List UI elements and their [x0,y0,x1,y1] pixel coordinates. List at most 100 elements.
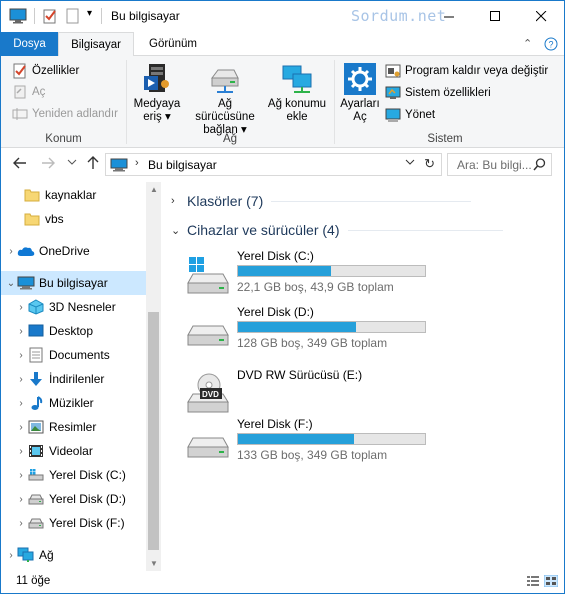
drive-item-d[interactable]: Yerel Disk (D:) 128 GB boş, 349 GB topla… [183,305,433,361]
expand-chevron-icon[interactable]: › [15,470,27,481]
tiles-view-icon[interactable] [544,575,558,587]
rename-icon [12,108,28,120]
sidebar-item-label: Resimler [49,420,97,434]
tab-computer[interactable]: Bilgisayar [58,32,134,57]
uninstall-program-button[interactable]: Program kaldır veya değiştir [385,63,548,79]
group-divider [271,200,472,202]
expand-chevron-icon[interactable]: › [171,195,185,207]
sidebar-item-vbs[interactable]: vbs [1,207,146,231]
sidebar-scrollbar[interactable]: ▲ ▼ [146,182,161,571]
refresh-icon[interactable]: ↻ [424,156,435,172]
properties-button[interactable]: Özellikler [12,63,79,79]
ribbon-tabs: Dosya Bilgisayar Görünüm ⌃ ? [1,32,564,57]
sidebar-item-kaynaklar[interactable]: kaynaklar [1,183,146,207]
address-bar[interactable]: › Bu bilgisayar ↻ [105,153,442,176]
search-box[interactable]: Ara: Bu bilgi... [447,153,552,176]
collapse-chevron-icon[interactable]: ⌄ [5,278,17,289]
manage-button[interactable]: Yönet [385,107,435,123]
collapse-ribbon-icon[interactable]: ⌃ [523,37,532,50]
explorer-window: ▾ Bu bilgisayar Sordum.net Dosya Bilgisa… [0,0,565,594]
tab-view[interactable]: Görünüm [139,32,207,56]
recent-locations-button[interactable] [67,157,77,169]
rename-button[interactable]: Yeniden adlandır [12,106,118,122]
sidebar-item-disk-f[interactable]: › Yerel Disk (F:) [1,511,146,535]
expand-chevron-icon[interactable]: › [15,398,27,409]
computer-icon[interactable] [9,8,27,24]
drive-usage-bar [237,265,426,277]
ribbon-group-location: Özellikler Aç Yeniden adlandır Konum [1,56,126,148]
minimize-button[interactable] [426,1,472,32]
collapse-chevron-icon[interactable]: ⌄ [171,224,185,237]
folder-icon [23,187,41,203]
search-icon[interactable] [533,158,546,171]
breadcrumb-this-pc[interactable]: Bu bilgisayar [148,158,217,172]
system-properties-button[interactable]: Sistem özellikleri [385,85,491,101]
sidebar-item-documents[interactable]: › Documents [1,343,146,367]
drive-item-c[interactable]: Yerel Disk (C:) 22,1 GB boş, 43,9 GB top… [183,249,433,305]
customize-quick-access-icon[interactable]: ▾ [87,8,92,19]
drive-usage-fill [238,266,331,276]
drive-item-f[interactable]: Yerel Disk (F:) 133 GB boş, 349 GB topla… [183,417,433,473]
sidebar-item-network[interactable]: › Ağ [1,543,146,567]
expand-chevron-icon[interactable]: › [15,326,27,337]
details-view-icon[interactable] [526,575,540,587]
map-drive-label-1: Ağ sürücüsüne [195,98,255,123]
rename-label: Yeniden adlandır [32,108,118,120]
system-drive-icon [27,467,45,483]
expand-chevron-icon[interactable]: › [15,350,27,361]
scrollbar-thumb[interactable] [148,312,159,550]
sidebar-item-disk-d[interactable]: › Yerel Disk (D:) [1,487,146,511]
sidebar-item-videos[interactable]: › Videolar [1,439,146,463]
scroll-down-icon[interactable]: ▼ [150,559,158,568]
sidebar-item-pictures[interactable]: › Resimler [1,415,146,439]
drive-name: DVD RW Sürücüsü (E:) [237,368,363,382]
sidebar-item-this-pc[interactable]: ⌄ Bu bilgisayar [1,271,146,295]
sidebar-item-downloads[interactable]: › İndirilenler [1,367,146,391]
expand-chevron-icon[interactable]: › [15,422,27,433]
sidebar-item-label: vbs [45,212,64,226]
devices-group-header[interactable]: ⌄ Cihazlar ve sürücüler (4) [171,222,503,238]
expand-chevron-icon[interactable]: › [15,302,27,313]
expand-chevron-icon[interactable]: › [15,446,27,457]
expand-chevron-icon[interactable]: › [15,374,27,385]
up-button[interactable] [86,156,100,174]
open-settings-button[interactable]: Ayarları Aç [339,62,381,124]
properties-label: Özellikler [32,65,80,77]
download-icon [27,371,45,387]
maximize-button[interactable] [472,1,518,32]
up-arrow-icon [87,156,99,169]
expand-chevron-icon[interactable]: › [15,518,27,529]
breadcrumb-chevron-icon[interactable]: › [135,157,139,169]
expand-chevron-icon[interactable]: › [5,246,17,257]
folder-icon [23,211,41,227]
tab-file[interactable]: Dosya [1,32,58,56]
media-access-button[interactable]: Medyaya eriş ▾ [131,62,183,124]
back-button[interactable] [13,156,27,174]
close-button[interactable] [518,1,564,32]
chevron-down-icon [67,159,77,165]
properties-quick-icon[interactable] [42,8,58,24]
sidebar-item-3d-objects[interactable]: › 3D Nesneler [1,295,146,319]
sidebar-item-disk-c[interactable]: › Yerel Disk (C:) [1,463,146,487]
forward-button[interactable] [41,156,55,174]
sidebar-item-onedrive[interactable]: › OneDrive [1,239,146,263]
back-arrow-icon [13,157,26,169]
sidebar-item-music[interactable]: › Müzikler [1,391,146,415]
cloud-icon [17,243,35,259]
open-button[interactable]: Aç [12,84,45,100]
drive-space-info: 128 GB boş, 349 GB toplam [237,336,388,350]
sidebar-item-label: Müzikler [49,396,94,410]
new-folder-quick-icon[interactable] [65,8,81,24]
scroll-up-icon[interactable]: ▲ [150,185,158,194]
expand-chevron-icon[interactable]: › [15,494,27,505]
documents-icon [27,347,45,363]
expand-chevron-icon[interactable]: › [5,550,17,561]
computer-icon [110,158,128,172]
drive-item-dvd[interactable]: DVD DVD RW Sürücüsü (E:) [183,368,433,424]
add-network-location-button[interactable]: Ağ konumu ekle [265,62,329,124]
folders-group-header[interactable]: › Klasörler (7) [171,193,472,209]
map-network-drive-button[interactable]: Ağ sürücüsüne bağlan ▾ [187,62,263,137]
address-dropdown-icon[interactable] [405,157,415,170]
sidebar-item-desktop[interactable]: › Desktop [1,319,146,343]
help-icon[interactable]: ? [544,37,558,51]
